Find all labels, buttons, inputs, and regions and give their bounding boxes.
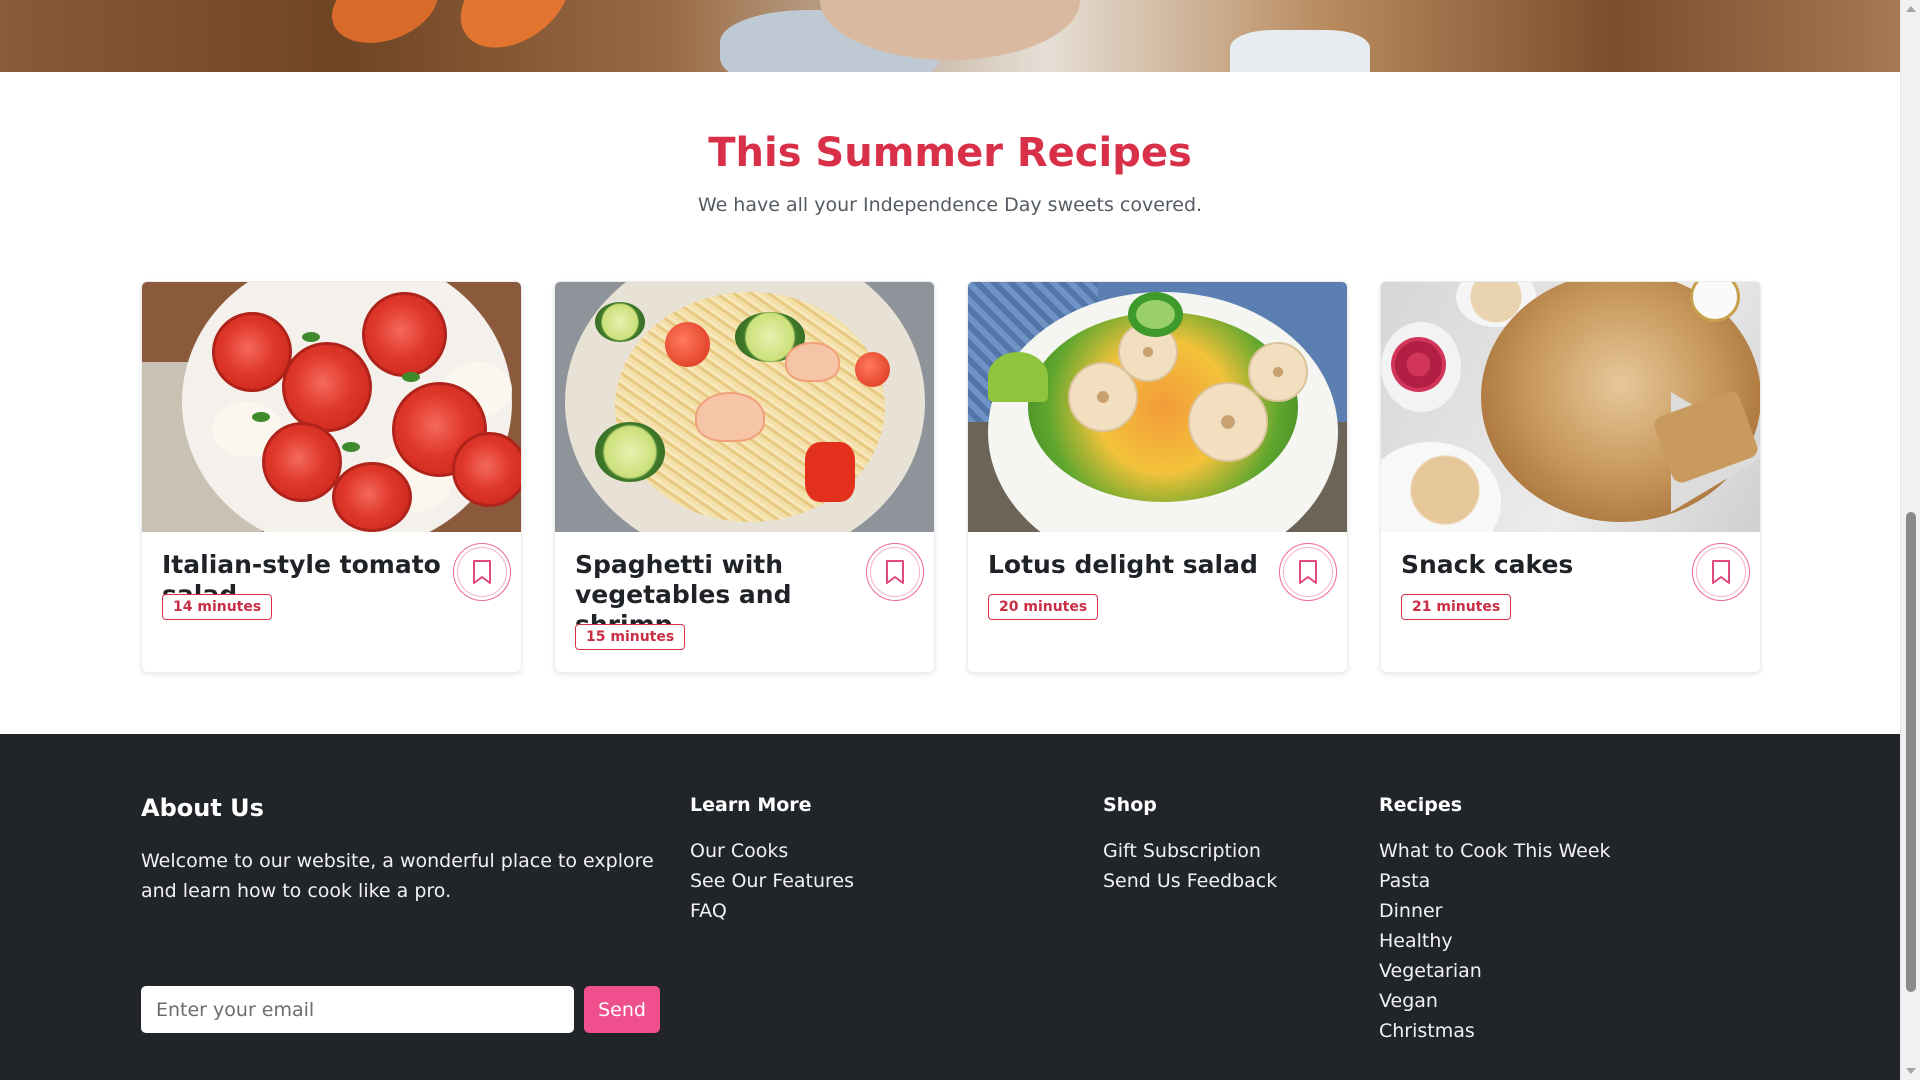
zucchini-shape <box>595 422 665 482</box>
recipe-image-lotus-salad[interactable] <box>968 282 1347 532</box>
footer-link-dinner[interactable]: Dinner <box>1379 896 1611 926</box>
footer-link-vegan[interactable]: Vegan <box>1379 986 1611 1016</box>
recipe-cards: Italian-style tomato salad 14 minutes <box>141 281 1761 673</box>
bookmark-icon <box>1299 560 1317 584</box>
tomato-shape <box>332 462 412 532</box>
footer-link-what-to-cook[interactable]: What to Cook This Week <box>1379 836 1611 866</box>
tomato-shape <box>362 292 447 377</box>
footer-about: About Us Welcome to our website, a wonde… <box>141 794 671 1033</box>
tomato-shape <box>212 312 292 392</box>
footer-link-faq[interactable]: FAQ <box>690 896 854 926</box>
basil-shape <box>342 442 360 452</box>
recipe-card[interactable]: Snack cakes 21 minutes <box>1380 281 1761 673</box>
footer-recipes-heading: Recipes <box>1379 794 1463 816</box>
basil-shape <box>402 372 420 382</box>
bookmark-button[interactable] <box>866 543 924 601</box>
footer-about-text: Welcome to our website, a wonderful plac… <box>141 850 654 902</box>
footer-link-vegetarian[interactable]: Vegetarian <box>1379 956 1611 986</box>
shrimp-shape <box>785 342 840 382</box>
time-badge: 21 minutes <box>1401 594 1512 620</box>
bookmark-button[interactable] <box>1279 543 1337 601</box>
tomato-shape <box>262 422 342 502</box>
raspberries-shape <box>1391 337 1446 392</box>
time-badge: 20 minutes <box>988 594 1099 620</box>
footer-link-christmas[interactable]: Christmas <box>1379 1016 1611 1046</box>
section-subtitle: We have all your Independence Day sweets… <box>697 194 1203 216</box>
lotus-slice-shape <box>1248 342 1308 402</box>
carrot-shape <box>442 0 588 68</box>
cherry-tomato-shape <box>665 322 710 367</box>
zucchini-shape <box>595 302 645 342</box>
footer-shop-links: Gift Subscription Send Us Feedback <box>1103 836 1277 896</box>
footer: About Us Welcome to our website, a wonde… <box>0 734 1900 1080</box>
email-input[interactable] <box>141 986 574 1033</box>
scroll-up-arrow-icon[interactable] <box>1906 6 1916 12</box>
send-button[interactable]: Send <box>584 986 660 1033</box>
bookmark-icon <box>473 560 491 584</box>
recipe-image-snack-cakes[interactable] <box>1381 282 1760 532</box>
recipe-card[interactable]: Lotus delight salad 20 minutes <box>967 281 1348 673</box>
pepper-shape <box>805 442 855 502</box>
footer-link-gift-subscription[interactable]: Gift Subscription <box>1103 836 1277 866</box>
footer-recipes-links: What to Cook This Week Pasta Dinner Heal… <box>1379 836 1611 1046</box>
hero-image <box>0 0 1900 72</box>
section-title: This Summer Recipes <box>708 130 1192 176</box>
time-badge: 14 minutes <box>162 594 273 620</box>
bookmark-button[interactable] <box>453 543 511 601</box>
scrollbar-thumb[interactable] <box>1906 512 1916 992</box>
bookmark-icon <box>1712 560 1730 584</box>
cherry-tomato-shape <box>855 352 890 387</box>
footer-link-features[interactable]: See Our Features <box>690 866 854 896</box>
page: This Summer Recipes We have all your Ind… <box>0 0 1920 1080</box>
footer-learn-more-links: Our Cooks See Our Features FAQ <box>690 836 854 926</box>
time-badge: 15 minutes <box>575 624 686 650</box>
scrollbar[interactable] <box>1900 0 1920 1080</box>
footer-link-feedback[interactable]: Send Us Feedback <box>1103 866 1277 896</box>
footer-link-our-cooks[interactable]: Our Cooks <box>690 836 854 866</box>
recipe-card[interactable]: Spaghetti with vegetables and shrimp 15 … <box>554 281 935 673</box>
recipe-card[interactable]: Italian-style tomato salad 14 minutes <box>141 281 522 673</box>
newsletter-form: Send <box>141 986 660 1033</box>
bookmark-icon <box>886 560 904 584</box>
basil-shape <box>302 332 320 342</box>
footer-about-heading: About Us <box>141 794 264 822</box>
recipe-title[interactable]: Lotus delight salad <box>988 550 1278 580</box>
jalapeno-shape <box>1128 292 1183 337</box>
footer-link-healthy[interactable]: Healthy <box>1379 926 1611 956</box>
tomato-shape <box>452 432 521 507</box>
lime-shape <box>988 352 1048 402</box>
footer-learn-more-heading: Learn More <box>690 794 812 816</box>
footer-shop: Shop Gift Subscription Send Us Feedback <box>1103 794 1277 896</box>
footer-link-pasta[interactable]: Pasta <box>1379 866 1611 896</box>
basil-shape <box>252 412 270 422</box>
lotus-slice-shape <box>1188 382 1268 462</box>
scroll-down-arrow-icon[interactable] <box>1906 1068 1916 1074</box>
footer-learn-more: Learn More Our Cooks See Our Features FA… <box>690 794 854 926</box>
footer-shop-heading: Shop <box>1103 794 1157 816</box>
recipe-image-tomato-salad[interactable] <box>142 282 521 532</box>
bookmark-button[interactable] <box>1692 543 1750 601</box>
recipe-image-spaghetti[interactable] <box>555 282 934 532</box>
tomato-shape <box>282 342 372 432</box>
sleeve-shape <box>1230 30 1370 72</box>
shrimp-shape <box>695 392 765 442</box>
footer-recipes: Recipes What to Cook This Week Pasta Din… <box>1379 794 1611 1046</box>
carrot-shape <box>321 0 449 57</box>
recipe-title[interactable]: Snack cakes <box>1401 550 1691 580</box>
